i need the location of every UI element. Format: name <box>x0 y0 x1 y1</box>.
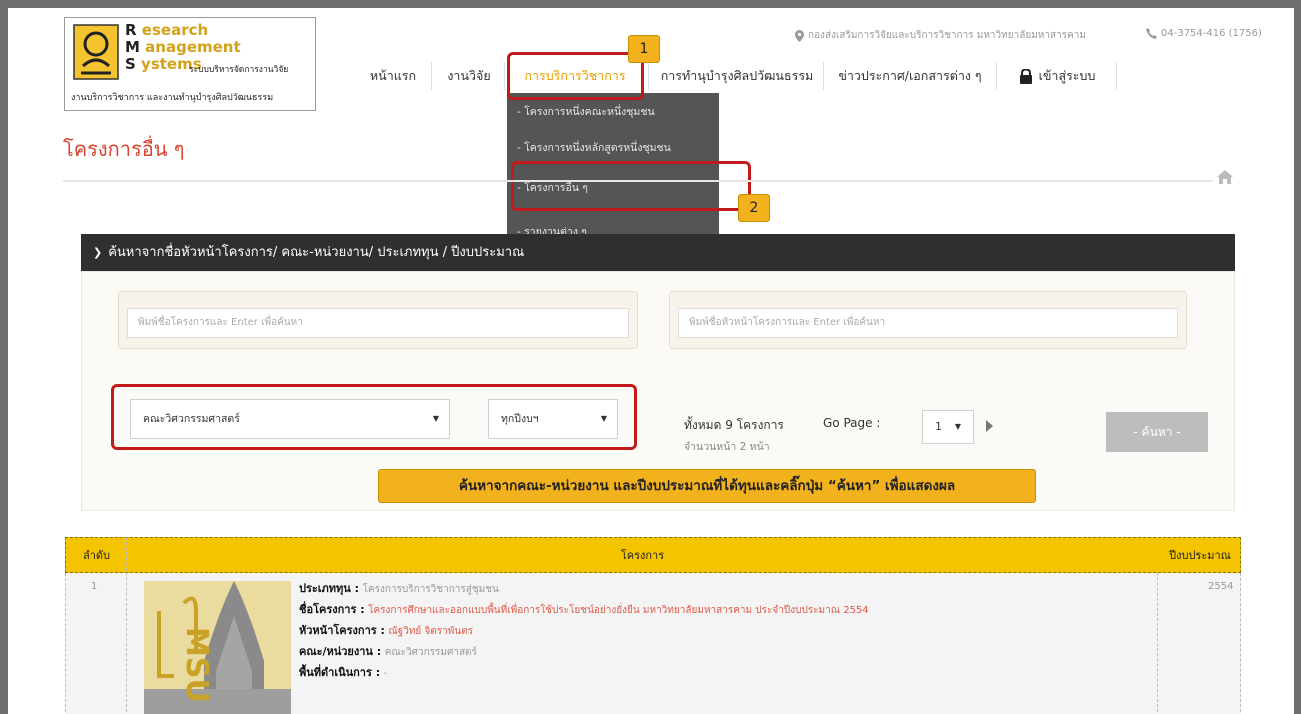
menu-divider <box>504 62 505 90</box>
location-pin-icon <box>795 29 804 42</box>
menu-item-login[interactable]: เข้าสู่ระบบ <box>1002 60 1112 92</box>
location-text: กองส่งเสริมการวิจัยและบริการวิชาการ มหาว… <box>808 30 1086 41</box>
project-area: พื้นที่ดำเนินการ : - <box>299 666 388 679</box>
menu-item-news[interactable]: ข่าวประกาศ/เอกสารต่าง ๆ <box>828 60 992 92</box>
menu-divider <box>823 62 824 90</box>
chevron-down-icon: ❯ <box>93 246 103 259</box>
title-divider <box>63 180 1213 182</box>
page-select-value: 1 <box>935 420 942 433</box>
leader-search-box: พิมพ์ชื่อหัวหน้าโครงการและ Enter เพื่อค้… <box>669 291 1187 349</box>
project-faculty: คณะ/หน่วยงาน : คณะวิศวกรรมศาสตร์ <box>299 645 477 658</box>
dropdown-item-faculty-community[interactable]: - โครงการหนึ่งคณะหนึ่งชุมชน <box>517 103 655 120</box>
step-badge-2: 2 <box>738 194 770 222</box>
logo-word-research: R esearch <box>125 21 209 39</box>
highlight-menu-box <box>507 52 644 100</box>
project-leader: หัวหน้าโครงการ : ณัฐวิทย์ จิตราพันตร <box>299 624 474 637</box>
highlight-filter-box <box>111 384 637 450</box>
page-select[interactable]: 1 ▼ <box>922 410 974 444</box>
total-projects-text: ทั้งหมด 9 โครงการ <box>684 418 784 432</box>
project-thumbnail[interactable]: MSU <box>144 581 291 714</box>
logo-emblem-icon <box>73 24 119 80</box>
page: R esearch M anagement S ystems ระบบบริหา… <box>8 8 1294 714</box>
site-logo[interactable]: R esearch M anagement S ystems ระบบบริหา… <box>64 17 316 111</box>
menu-divider <box>431 62 432 90</box>
project-name-link[interactable]: โครงการศึกษาและออกแบบพื้นที่เพื่อการใช้ป… <box>368 605 869 616</box>
menu-item-culture[interactable]: การทำนุบำรุงศิลปวัฒนธรรม <box>654 60 820 92</box>
menu-divider <box>996 62 997 90</box>
project-search-box: พิมพ์ชื่อโครงการและ Enter เพื่อค้นหา <box>118 291 638 349</box>
menu-item-research[interactable]: งานวิจัย <box>436 60 502 92</box>
logo-word-management: M anagement <box>125 38 241 56</box>
search-bar-label: ค้นหาจากชื่อหัวหน้าโครงการ/ คณะ-หน่วยงาน… <box>108 245 525 260</box>
home-icon[interactable] <box>1216 168 1234 186</box>
column-divider <box>126 537 127 714</box>
logo-subtitle: งานบริการวิชาการ และงานทำนุบำรุงศิลปวัฒน… <box>71 93 274 103</box>
phone-info: 04-3754-416 (1756) <box>1146 28 1262 39</box>
next-page-icon[interactable] <box>986 420 993 432</box>
project-search-input[interactable]: พิมพ์ชื่อโครงการและ Enter เพื่อค้นหา <box>127 308 629 338</box>
projects-table: ลำดับ โครงการ ปีงบประมาณ 1 MSU ประเภททุน… <box>65 537 1241 714</box>
row-index: 1 <box>91 581 98 592</box>
leader-search-input[interactable]: พิมพ์ชื่อหัวหน้าโครงการและ Enter เพื่อค้… <box>678 308 1178 338</box>
thumbnail-text: MSU <box>179 627 214 703</box>
step-badge-1: 1 <box>628 35 660 63</box>
column-header-project: โครงการ <box>620 549 665 562</box>
msu-thumbnail-image <box>144 581 291 714</box>
row-year: 2554 <box>1208 581 1234 592</box>
column-divider <box>1157 537 1158 714</box>
caret-down-icon: ▼ <box>954 422 961 431</box>
menu-item-home[interactable]: หน้าแรก <box>360 60 426 92</box>
go-page-label: Go Page : <box>823 416 881 430</box>
location-info: กองส่งเสริมการวิจัยและบริการวิชาการ มหาว… <box>795 28 1086 43</box>
logo-tagline: ระบบบริหารจัดการงานวิจัย <box>189 65 289 75</box>
instruction-callout: ค้นหาจากคณะ-หน่วยงาน และปีงบประมาณที่ได้… <box>378 469 1036 503</box>
menu-divider <box>648 62 649 90</box>
lock-icon <box>1019 68 1032 84</box>
page-title: โครงการอื่น ๆ <box>63 137 185 161</box>
total-pages-text: จำนวนหน้า 2 หน้า <box>684 441 770 453</box>
search-button[interactable]: - ค้นหา - <box>1106 412 1208 452</box>
phone-text: 04-3754-416 (1756) <box>1161 28 1262 39</box>
fund-type: ประเภททุน : โครงการบริการวิชาการสู่ชุมชน <box>299 582 499 595</box>
highlight-dropdown-box <box>511 161 751 211</box>
column-header-year: ปีงบประมาณ <box>1169 549 1231 562</box>
login-label: เข้าสู่ระบบ <box>1038 68 1096 83</box>
phone-icon <box>1146 28 1157 39</box>
column-header-index: ลำดับ <box>82 549 111 562</box>
search-toggle-bar[interactable]: ❯ ค้นหาจากชื่อหัวหน้าโครงการ/ คณะ-หน่วยงา… <box>81 234 1235 271</box>
dropdown-item-curriculum-community[interactable]: - โครงการหนึ่งหลักสูตรหนึ่งชุมชน <box>517 139 671 156</box>
table-header: ลำดับ โครงการ ปีงบประมาณ <box>65 537 1241 573</box>
menu-divider <box>1116 62 1117 90</box>
project-name: ชื่อโครงการ : โครงการศึกษาและออกแบบพื้นท… <box>299 603 869 616</box>
